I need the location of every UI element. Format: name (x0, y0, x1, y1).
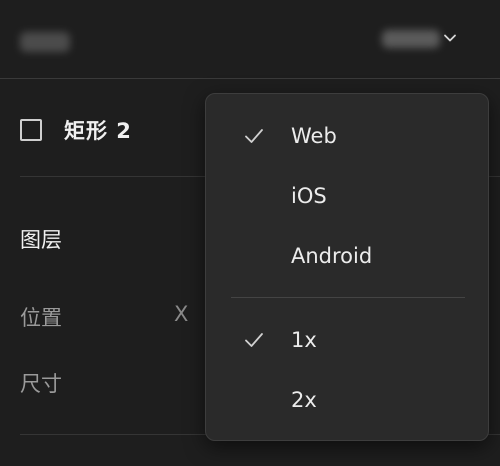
menu-item-label: 1x (291, 328, 317, 352)
menu-item-label: 2x (291, 388, 317, 412)
x-label: X (174, 302, 189, 326)
top-bar (0, 0, 500, 79)
menu-item-2x[interactable]: 2x (206, 372, 488, 432)
layer-name: 矩形 2 (64, 119, 132, 143)
size-label: 尺寸 (20, 372, 62, 396)
menu-separator (231, 297, 465, 298)
blurred-title (20, 32, 70, 52)
menu-item-label: Android (291, 244, 373, 268)
checkmark-icon (245, 333, 263, 347)
blurred-selector[interactable] (382, 30, 440, 48)
menu-item-ios[interactable]: iOS (206, 168, 488, 228)
menu-item-web[interactable]: Web (206, 108, 488, 168)
layer-row[interactable]: 矩形 2 (20, 108, 132, 152)
menu-item-1x[interactable]: 1x (206, 312, 488, 372)
checkmark-icon (245, 129, 263, 143)
position-label: 位置 (20, 306, 62, 330)
menu-item-label: iOS (291, 184, 327, 208)
chevron-down-icon[interactable] (442, 30, 458, 46)
layer-section-title: 图层 (20, 228, 62, 252)
frame-checkbox-icon[interactable] (20, 119, 42, 141)
menu-item-android[interactable]: Android (206, 228, 488, 288)
menu-item-label: Web (291, 124, 337, 148)
export-options-menu: Web iOS Android 1x 2x (205, 93, 489, 441)
